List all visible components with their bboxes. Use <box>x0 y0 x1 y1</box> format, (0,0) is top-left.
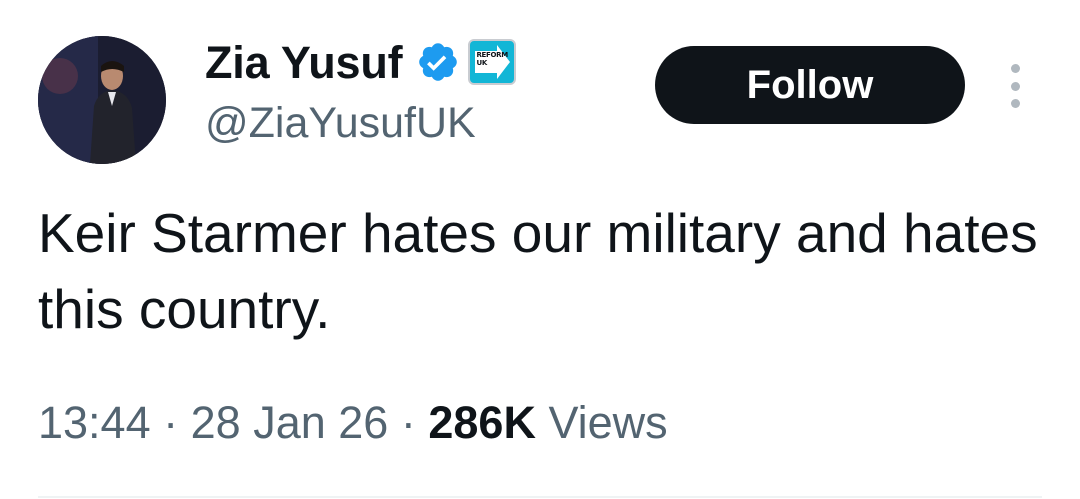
follow-button[interactable]: Follow <box>655 46 965 124</box>
affiliate-badge[interactable]: REFORM UK <box>468 39 517 85</box>
divider <box>38 496 1042 498</box>
tweet-date[interactable]: 28 Jan 26 <box>191 397 389 448</box>
tweet-text: Keir Starmer hates our military and hate… <box>38 202 1038 340</box>
author-handle[interactable]: @ZiaYusufUK <box>205 102 476 145</box>
more-options-icon[interactable] <box>1003 64 1027 108</box>
meta-separator: · <box>400 397 416 448</box>
tweet-time[interactable]: 13:44 <box>38 397 151 448</box>
tweet-card: Zia Yusuf REFORM UK @ZiaYusufUK Follow K… <box>0 0 1080 499</box>
avatar-photo <box>38 36 166 164</box>
meta-separator: · <box>163 397 179 448</box>
tweet-meta: 13:44 · 28 Jan 26 · 286K Views <box>38 400 668 445</box>
affiliate-badge-text: REFORM UK <box>476 51 508 67</box>
avatar[interactable] <box>38 36 166 164</box>
views-count[interactable]: 286K <box>428 397 536 448</box>
author-name-row: Zia Yusuf REFORM UK <box>205 30 517 94</box>
verified-badge-icon[interactable] <box>416 40 460 84</box>
views-label[interactable]: Views <box>548 397 667 448</box>
author-display-name[interactable]: Zia Yusuf <box>205 40 403 85</box>
